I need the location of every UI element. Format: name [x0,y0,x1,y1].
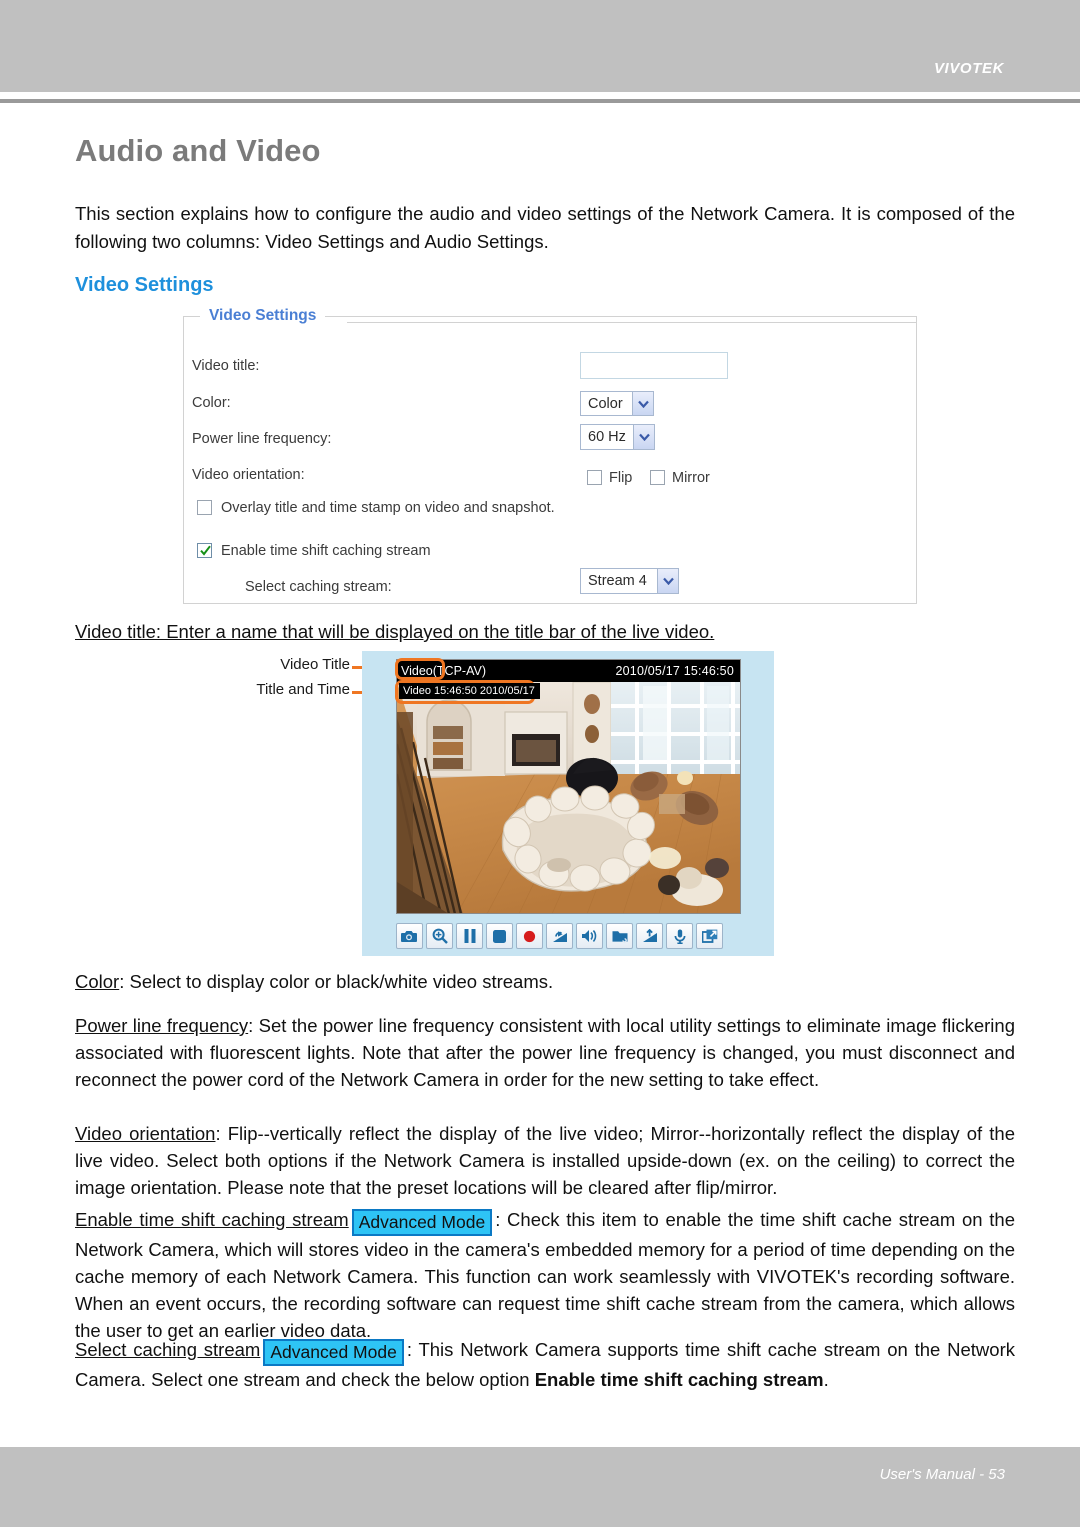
live-video-toolbar [396,922,741,950]
enable-time-shift-caching-checkbox[interactable] [197,543,212,558]
text-color: : Select to display color or black/white… [119,971,554,992]
mirror-label: Mirror [672,470,710,486]
select-caching-stream-label: Select caching stream: [245,579,392,595]
vivotek-logo: VIVOTEK [933,60,1004,77]
volume-up-icon[interactable] [636,923,663,949]
flip-checkbox[interactable] [587,470,602,485]
paragraph-select-caching-stream: Select caching stream Advanced Mode: This… [75,1336,1015,1393]
page-footer-band [0,1447,1080,1527]
header-rule [0,99,1080,103]
video-title-bar: Video(TCP-AV) 2010/05/17 15:46:50 [397,660,740,682]
overlay-title-timestamp-checkbox[interactable] [197,500,212,515]
paragraph-power-line-frequency: Power line frequency: Set the power line… [75,1012,1015,1093]
term-video-orientation: Video orientation [75,1123,216,1144]
snapshot-camera-icon[interactable] [396,923,423,949]
record-icon[interactable] [516,923,543,949]
speaker-icon[interactable] [576,923,603,949]
power-line-frequency-label: Power line frequency: [192,431,332,447]
paragraph-video-orientation: Video orientation: Flip--vertically refl… [75,1120,1015,1201]
text-select-caching-stream-b: . [823,1369,829,1390]
power-line-frequency-select[interactable]: 60 Hz [580,424,655,450]
intro-paragraph: This section explains how to configure t… [75,203,1015,252]
paragraph-time-shift-caching: Enable time shift caching stream Advanced… [75,1206,1015,1344]
page-header-band [0,0,1080,92]
paragraph-color: Color: Select to display color or black/… [75,968,1015,995]
camera-still-image [397,682,740,913]
panel-legend-rule [347,322,917,323]
text-video-orientation: : Flip--vertically reflect the display o… [75,1123,1016,1198]
video-title-bar-datetime: 2010/05/17 15:46:50 [615,664,734,678]
color-select-value: Color [588,395,623,412]
video-settings-panel [183,316,917,604]
advanced-mode-badge: Advanced Mode [351,1209,493,1236]
highlight-box-video-title [395,658,445,680]
chevron-down-icon [657,569,678,593]
video-overlay-stamp: Video 15:46:50 2010/05/17 [399,683,540,699]
overlay-title-timestamp-label: Overlay title and time stamp on video an… [221,500,555,516]
callout-title-and-time-label: Title and Time [256,681,350,698]
live-video-figure: Video(TCP-AV) 2010/05/17 15:46:50 Video … [362,651,774,956]
chevron-down-icon [633,425,654,449]
video-title-input[interactable] [580,352,728,379]
power-line-frequency-value: 60 Hz [588,429,626,445]
video-title-term: Video title: Enter a name that will be d… [75,621,715,642]
term-enable-time-shift-caching: Enable time shift caching stream [75,1209,349,1230]
stop-icon[interactable] [486,923,513,949]
color-label: Color: [192,395,231,411]
term-select-caching-stream: Select caching stream [75,1339,261,1360]
enable-time-shift-caching-label: Enable time shift caching stream [221,543,431,559]
microphone-icon[interactable] [666,923,693,949]
term-color: Color [75,971,120,992]
advanced-mode-badge: Advanced Mode [263,1339,404,1366]
check-icon [200,545,211,556]
video-title-label: Video title: [192,358,260,374]
text-select-caching-stream-bold: Enable time shift caching stream [534,1369,824,1390]
fullscreen-icon[interactable] [696,923,723,949]
video-orientation-label: Video orientation: [192,467,305,483]
section-heading-video-settings: Video Settings [75,274,214,296]
video-title-caption: Video title: Enter a name that will be d… [75,618,1015,645]
footer-page-label: User's Manual - 53 [879,1466,1005,1483]
folder-icon[interactable] [606,923,633,949]
page-title: Audio and Video [75,133,321,168]
color-select[interactable]: Color [580,391,654,416]
chevron-down-icon [632,392,653,415]
digital-zoom-icon[interactable] [426,923,453,949]
mirror-checkbox[interactable] [650,470,665,485]
pause-icon[interactable] [456,923,483,949]
caching-stream-select[interactable]: Stream 4 [580,568,679,594]
term-power-line-frequency: Power line frequency [75,1015,249,1036]
flip-label: Flip [609,470,633,486]
caching-stream-value: Stream 4 [588,573,647,589]
live-video-screen[interactable]: Video(TCP-AV) 2010/05/17 15:46:50 Video … [396,659,741,914]
volume-down-icon[interactable] [546,923,573,949]
panel-legend: Video Settings [200,307,326,325]
callout-video-title-label: Video Title [280,656,350,673]
